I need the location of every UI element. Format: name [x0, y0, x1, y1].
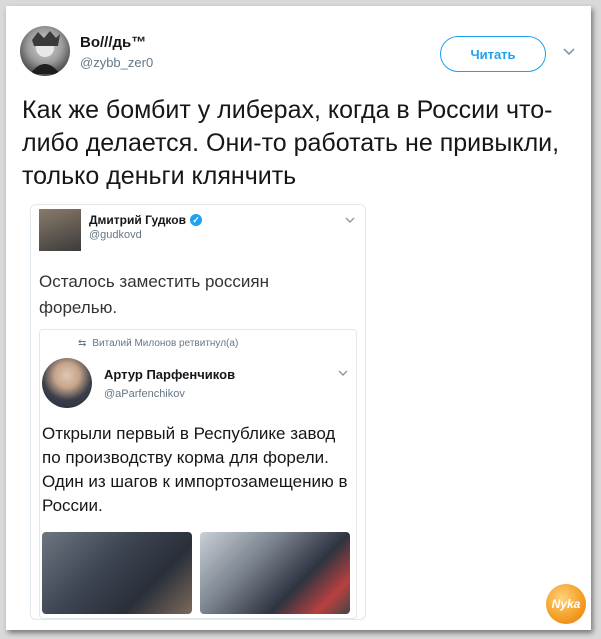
quoted-author-avatar[interactable]: [39, 209, 81, 251]
tweet-text: Как же бомбит у либерах, когда в России …: [22, 96, 560, 190]
follow-button[interactable]: Читать: [440, 36, 546, 72]
verified-badge-icon: ✓: [190, 214, 202, 226]
quoted-author-name-row: Дмитрий Гудков ✓: [89, 213, 202, 227]
author-handle[interactable]: @zybb_zer0: [80, 55, 153, 70]
tweet-photo[interactable]: [200, 532, 350, 614]
tweet-photo[interactable]: [42, 532, 192, 614]
quoted-author-name[interactable]: Дмитрий Гудков: [89, 213, 186, 227]
quoted-tweet[interactable]: Дмитрий Гудков ✓ @gudkovd Осталось замес…: [30, 204, 366, 620]
chevron-down-icon[interactable]: [345, 215, 355, 225]
chevron-down-icon[interactable]: [338, 368, 348, 378]
author-avatar[interactable]: [20, 26, 70, 76]
quoted-author-handle[interactable]: @gudkovd: [89, 229, 142, 241]
inner-author-handle[interactable]: @aParfenchikov: [104, 388, 185, 400]
chevron-down-icon[interactable]: [563, 46, 575, 58]
inner-author-name[interactable]: Артур Парфенчиков: [104, 367, 235, 382]
author-name[interactable]: Во///дь™: [80, 34, 146, 51]
quoted-tweet-text: Осталось заместить россиян форелью.: [39, 272, 269, 317]
retweet-note-text[interactable]: Виталий Милонов ретвитнул(а): [92, 338, 238, 349]
retweeted-tweet[interactable]: ⇆ Виталий Милонов ретвитнул(а) Артур Пар…: [39, 329, 357, 619]
inner-author-avatar[interactable]: [42, 358, 92, 408]
retweet-note: ⇆ Виталий Милонов ретвитнул(а): [78, 338, 238, 349]
tweet-card: Во///дь™ @zybb_zer0 Читать Как же бомбит…: [6, 6, 591, 630]
avatar-image: [30, 31, 60, 74]
watermark-logo: Nyka: [546, 584, 586, 624]
inner-tweet-text: Открыли первый в Республике завод по про…: [42, 424, 348, 515]
retweet-icon: ⇆: [78, 338, 87, 349]
